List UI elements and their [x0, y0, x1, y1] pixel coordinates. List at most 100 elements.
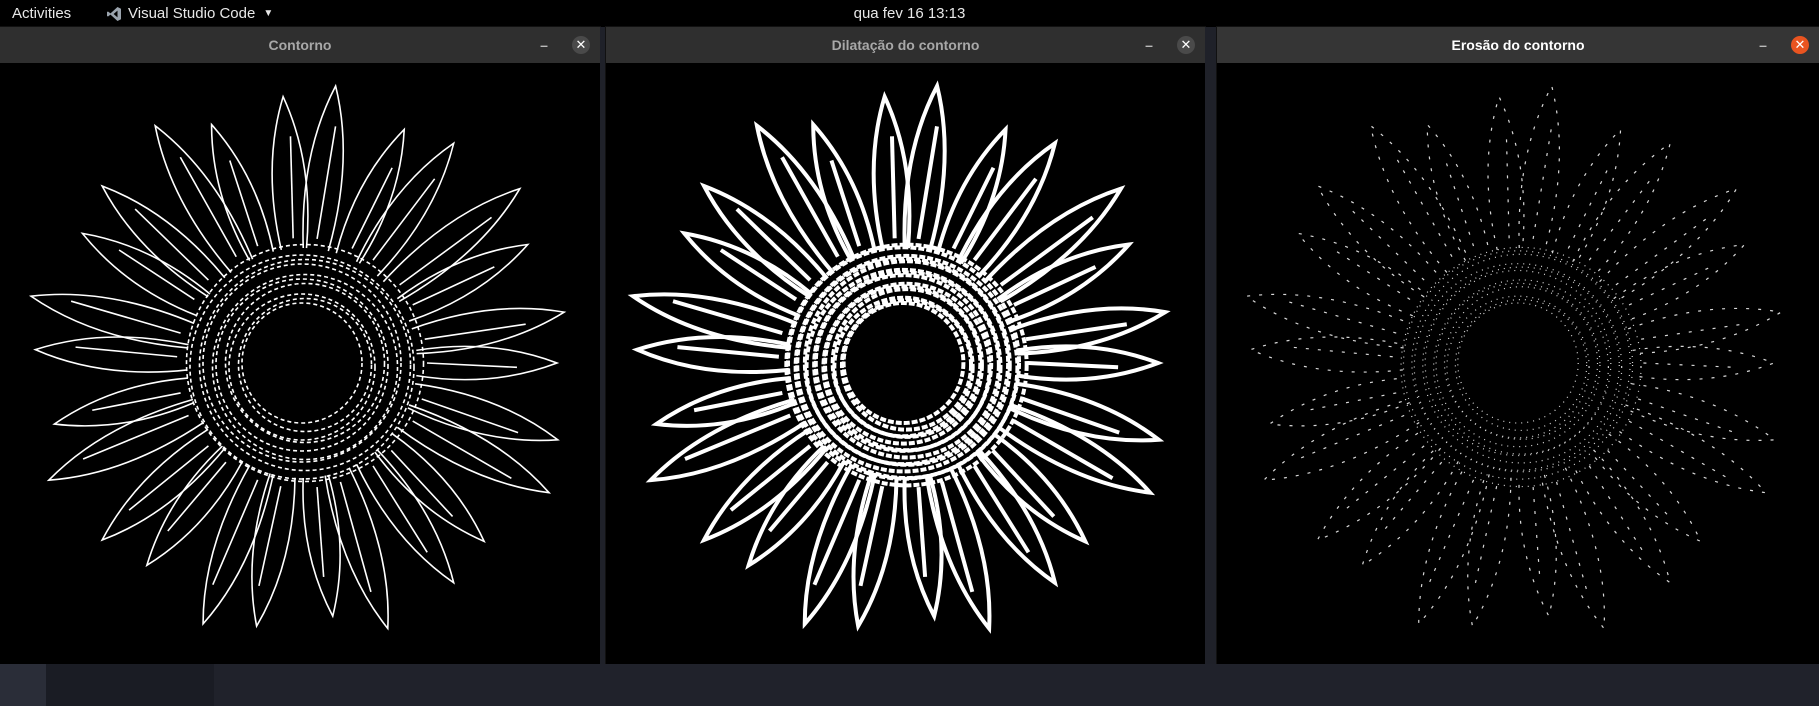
petal-vein: [82, 414, 189, 460]
sunflower-eroded-image: [1244, 84, 1783, 631]
petal-edge: [1623, 383, 1777, 441]
minimize-button[interactable]: –: [1139, 35, 1159, 55]
sunflower-dilated-image: [627, 80, 1171, 634]
petal-vein: [1567, 167, 1609, 249]
disc-ring: [237, 297, 373, 433]
disc-ring: [224, 282, 386, 444]
window-titlebar[interactable]: Dilatação do contorno – ✕: [606, 27, 1205, 64]
petal-edge: [1632, 345, 1776, 381]
petal-edge: [52, 377, 195, 427]
petal-vein: [1290, 346, 1393, 358]
petal-edge: [1248, 336, 1405, 373]
dock-item[interactable]: [46, 664, 214, 706]
petal-vein: [677, 345, 780, 359]
petal-vein: [426, 362, 517, 369]
petal-edge: [202, 465, 275, 626]
petal-edge: [802, 464, 877, 630]
window-titlebar[interactable]: Erosão do contorno – ✕: [1217, 27, 1819, 64]
petal-edge: [1590, 433, 1703, 543]
disc-ring: [198, 258, 412, 472]
petal-edge: [1369, 124, 1469, 273]
petal-edge: [1518, 84, 1560, 252]
image-canvas: [1217, 63, 1819, 664]
petal-vein: [1643, 362, 1734, 368]
window-title: Erosão do contorno: [1451, 37, 1585, 53]
petal-vein: [316, 487, 325, 577]
petal-vein: [1298, 414, 1405, 460]
petal-vein: [889, 136, 897, 239]
petal-edge: [302, 83, 345, 252]
petal-vein: [916, 486, 928, 578]
petal-vein: [672, 299, 783, 336]
window-dilatacao[interactable]: Dilatação do contorno – ✕: [606, 27, 1205, 664]
petal-vein: [229, 160, 259, 247]
close-button[interactable]: ✕: [572, 36, 590, 54]
image-canvas: [606, 63, 1205, 664]
petal-edge: [1296, 232, 1427, 317]
petal-vein: [75, 346, 178, 358]
petal-vein: [1628, 420, 1729, 479]
disc-ring: [241, 302, 363, 424]
sunflower-edges-image: [28, 83, 567, 631]
minimize-button[interactable]: –: [1753, 35, 1773, 55]
disc-ring: [1446, 295, 1590, 439]
disc-ring: [1457, 302, 1579, 424]
petal-vein: [351, 167, 393, 249]
petal-edge: [1426, 122, 1490, 261]
petal-edge: [251, 473, 296, 629]
petal-vein: [1344, 445, 1425, 511]
petal-vein: [1382, 461, 1443, 532]
petal-vein: [1028, 361, 1119, 370]
petal-edge: [374, 433, 486, 544]
petal-vein: [1532, 487, 1541, 577]
petal-vein: [1334, 249, 1411, 300]
petal-edge: [28, 293, 195, 349]
petal-edge: [396, 404, 552, 494]
petal-vein: [1427, 479, 1475, 585]
petal-edge: [1627, 307, 1783, 355]
petal-vein: [1307, 392, 1397, 411]
petal-vein: [1555, 481, 1588, 593]
petal-vein: [1395, 156, 1453, 258]
disc-ring: [1424, 269, 1612, 457]
petal-edge: [1418, 465, 1490, 626]
petal-vein: [1641, 323, 1743, 340]
petal-vein: [1286, 300, 1397, 334]
petal-vein: [1637, 398, 1735, 434]
petal-vein: [289, 136, 294, 239]
disc-ring: [1443, 286, 1599, 440]
dock-bar: [0, 664, 1819, 706]
disc-ring: [1400, 246, 1642, 488]
petal-vein: [1350, 208, 1425, 281]
petal-edge: [33, 336, 189, 373]
minimize-button[interactable]: –: [534, 35, 554, 55]
petal-vein: [1532, 126, 1553, 240]
petal-edge: [1599, 187, 1738, 302]
window-title: Contorno: [268, 37, 332, 53]
disc-ring: [211, 273, 399, 461]
petal-edge: [935, 124, 1008, 265]
dock-item[interactable]: [0, 664, 46, 706]
petal-edge: [1267, 377, 1410, 427]
clock[interactable]: qua fev 16 13:13: [0, 5, 1819, 22]
window-erosao[interactable]: Erosão do contorno – ✕: [1217, 27, 1819, 664]
petal-edge: [851, 472, 899, 632]
petal-vein: [1628, 266, 1712, 306]
petal-vein: [1505, 136, 1510, 239]
petal-edge: [1540, 467, 1605, 631]
petal-vein: [1444, 160, 1475, 247]
image-canvas: [0, 63, 600, 664]
petal-edge: [335, 127, 406, 264]
disc-ring: [830, 287, 983, 439]
close-button[interactable]: ✕: [1791, 36, 1809, 54]
petal-edge: [210, 122, 275, 261]
petal-vein: [1588, 178, 1652, 261]
close-button[interactable]: ✕: [1177, 36, 1195, 54]
disc-ring: [1433, 279, 1609, 455]
petal-edge: [1467, 473, 1512, 628]
petal-vein: [1474, 486, 1498, 587]
disc-ring: [1454, 298, 1588, 432]
window-contorno[interactable]: Contorno – ✕: [0, 27, 600, 664]
petal-edge: [1487, 94, 1525, 251]
window-titlebar[interactable]: Contorno – ✕: [0, 27, 600, 64]
